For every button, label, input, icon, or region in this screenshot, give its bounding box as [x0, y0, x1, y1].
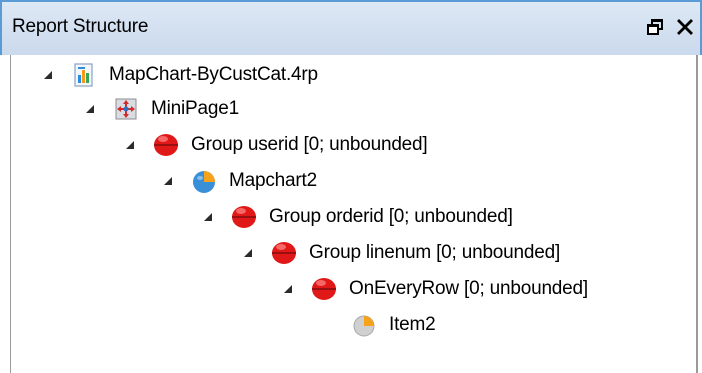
- tree-node-label: Group linenum [0; unbounded]: [309, 242, 561, 263]
- minipage-icon: [115, 98, 137, 120]
- expanded-arrow-icon[interactable]: [201, 210, 215, 224]
- group-icon: [272, 242, 296, 264]
- report-file-icon: [74, 63, 93, 87]
- expanded-arrow-icon[interactable]: [123, 138, 137, 152]
- tree-node-mapchart[interactable]: Mapchart2: [161, 164, 317, 198]
- expanded-arrow-icon[interactable]: [281, 282, 295, 296]
- item-pie-icon: [353, 315, 375, 337]
- tree-node-label: Item2: [389, 314, 436, 335]
- group-icon: [232, 206, 256, 228]
- mapchart-icon: [193, 171, 215, 193]
- panel-titlebar: Report Structure: [0, 0, 702, 55]
- group-icon: [312, 278, 336, 300]
- panel-title: Report Structure: [12, 16, 149, 37]
- tree-node-minipage[interactable]: MiniPage1: [83, 92, 239, 126]
- leaf-spacer: [321, 318, 335, 332]
- tree-node-group-orderid[interactable]: Group orderid [0; unbounded]: [201, 200, 513, 234]
- tree-node-label: MapChart-ByCustCat.4rp: [109, 64, 318, 85]
- expanded-arrow-icon[interactable]: [41, 68, 55, 82]
- expanded-arrow-icon[interactable]: [241, 246, 255, 260]
- group-icon: [154, 134, 178, 156]
- expanded-arrow-icon[interactable]: [161, 174, 175, 188]
- structure-tree: MapChart-ByCustCat.4rp MiniPage1 Group u…: [10, 55, 698, 373]
- dock-icon: [647, 19, 663, 35]
- dock-button[interactable]: [642, 12, 668, 42]
- tree-node-group-linenum[interactable]: Group linenum [0; unbounded]: [241, 236, 560, 270]
- tree-node-label: OnEveryRow [0; unbounded]: [349, 278, 588, 299]
- tree-node-group-userid[interactable]: Group userid [0; unbounded]: [123, 128, 428, 162]
- report-structure-panel: Report Structure MapChart-ByCustCat.4rp …: [0, 0, 702, 373]
- tree-node-label: Group orderid [0; unbounded]: [269, 206, 513, 227]
- tree-node-oneveryrow[interactable]: OnEveryRow [0; unbounded]: [281, 272, 588, 306]
- close-button[interactable]: [672, 12, 698, 42]
- tree-node-report[interactable]: MapChart-ByCustCat.4rp: [41, 58, 318, 92]
- expanded-arrow-icon[interactable]: [83, 102, 97, 116]
- tree-node-item2[interactable]: Item2: [321, 308, 436, 342]
- tree-node-label: Group userid [0; unbounded]: [191, 134, 428, 155]
- tree-node-label: MiniPage1: [151, 98, 239, 119]
- close-icon: [677, 19, 693, 35]
- tree-node-label: Mapchart2: [229, 170, 317, 191]
